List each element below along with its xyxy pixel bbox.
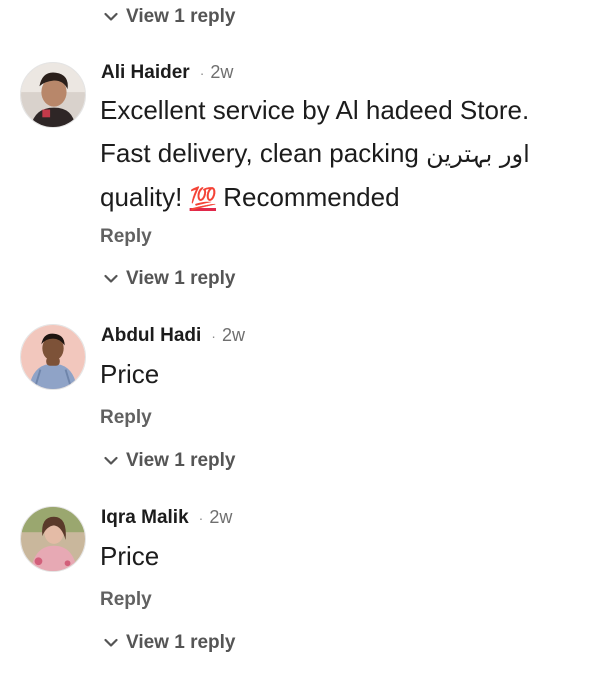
comment-text-segment: Recommended xyxy=(216,182,400,212)
chevron-down-icon xyxy=(104,12,118,21)
reply-button[interactable]: Reply xyxy=(100,407,152,429)
view-replies-button[interactable]: View 1 reply xyxy=(104,632,236,654)
comment-text: Excellent service by Al hadeed Store. Fa… xyxy=(100,90,580,219)
comment-text-segment: Fast delivery, clean packing xyxy=(100,138,427,168)
view-replies-button[interactable]: View 1 reply xyxy=(104,6,236,28)
view-replies-button[interactable]: View 1 reply xyxy=(104,450,236,472)
avatar[interactable] xyxy=(20,62,86,128)
comment-text: Price xyxy=(100,541,160,571)
meta-separator: · xyxy=(198,510,204,526)
comment-text-line: Excellent service by Al hadeed Store. xyxy=(100,95,530,125)
comment-meta: Ali Haider · 2w xyxy=(101,62,233,84)
comment-meta: Abdul Hadi · 2w xyxy=(101,325,245,347)
view-replies-button[interactable]: View 1 reply xyxy=(104,268,236,290)
chevron-down-icon xyxy=(104,274,118,283)
author-name[interactable]: Iqra Malik xyxy=(101,507,189,529)
hundred-points-icon: 💯 xyxy=(189,186,217,211)
view-replies-label: View 1 reply xyxy=(126,450,236,471)
avatar-image xyxy=(21,63,85,127)
view-replies-label: View 1 reply xyxy=(126,632,236,653)
comment-text-urdu: اور بہترین xyxy=(426,140,530,168)
comment-meta: Iqra Malik · 2w xyxy=(101,507,232,529)
avatar[interactable] xyxy=(20,506,86,572)
comment-text-segment: quality! xyxy=(100,182,190,212)
view-replies-label: View 1 reply xyxy=(126,6,236,27)
meta-separator: · xyxy=(211,328,216,344)
reply-button[interactable]: Reply xyxy=(100,589,152,611)
avatar[interactable] xyxy=(20,324,86,390)
comment-time: 2w xyxy=(221,325,245,345)
comment-text-line: Fast delivery, clean packing اور بہترین xyxy=(100,133,580,175)
author-name[interactable]: Ali Haider xyxy=(101,62,190,84)
comment-text-line: quality! 💯 Recommended xyxy=(100,177,580,219)
avatar-image xyxy=(21,325,85,389)
meta-separator: · xyxy=(199,65,205,81)
comment-time: 2w xyxy=(209,507,233,527)
comment-text: Price xyxy=(100,359,160,389)
reply-button[interactable]: Reply xyxy=(100,226,152,248)
comment-time: 2w xyxy=(210,62,234,82)
chevron-down-icon xyxy=(104,456,118,465)
author-name[interactable]: Abdul Hadi xyxy=(101,325,201,347)
avatar-image xyxy=(21,507,85,571)
view-replies-label: View 1 reply xyxy=(126,268,236,289)
chevron-down-icon xyxy=(104,638,118,647)
